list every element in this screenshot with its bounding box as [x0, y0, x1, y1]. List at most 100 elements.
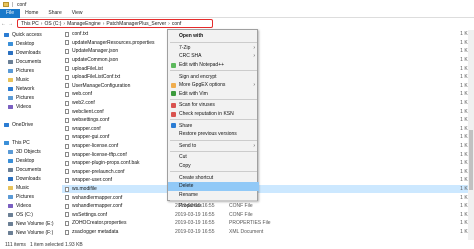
file-row[interactable]: wrapper-gui.conf 1 KB — [62, 133, 474, 142]
nav-item[interactable]: Videos — [0, 201, 60, 210]
file-row[interactable]: wshandlermapper.conf 2019-03-19 16:55 CONF… — [62, 202, 474, 211]
file-row[interactable]: ZOHOCreator.properties 2019-03-19 16:55 PR… — [62, 219, 474, 228]
menu-item-open-with[interactable]: Open with — [168, 32, 259, 41]
menu-item-label: More GpgEX options — [179, 82, 226, 89]
nav-item[interactable]: Desktop — [0, 39, 60, 48]
nav-item[interactable]: Network — [0, 84, 60, 93]
nav-item-label: OneDrive — [12, 121, 34, 128]
file-row[interactable]: UpdateManager.json 1 KB — [62, 47, 474, 56]
menu-item-label: Send to — [179, 142, 197, 149]
menu-item-edit-with-vim[interactable]: Edit with Vim — [168, 90, 259, 99]
breadcrumb-os-c[interactable]: OS (C:) — [44, 21, 61, 27]
file-row[interactable]: webclient.conf 1 KB — [62, 107, 474, 116]
menu-separator — [170, 151, 257, 152]
breadcrumb-manageengine[interactable]: ManageEngine — [67, 21, 101, 27]
folder-icon — [4, 140, 9, 145]
menu-item-rename[interactable]: Rename — [168, 191, 259, 200]
file-row[interactable]: wshandlermapper.conf2019-05-15 17:52CONF… — [62, 193, 474, 202]
file-name: conf.txt — [72, 31, 89, 38]
file-name: UserManageConfiguration — [72, 82, 131, 89]
nav-item[interactable]: 3D Objects — [0, 147, 60, 156]
nav-item[interactable]: OneDrive — [0, 120, 60, 129]
nav-item[interactable]: Downloads — [0, 174, 60, 183]
file-type: XML Document — [229, 229, 264, 236]
file-row[interactable]: wrapper-plugin-props.conf.bak 1 KB — [62, 159, 474, 168]
nav-item[interactable]: Pictures — [0, 93, 60, 102]
file-icon — [65, 229, 69, 235]
folder-icon — [8, 86, 13, 91]
file-row[interactable]: wrapper.conf 1 KB — [62, 125, 474, 134]
file-row[interactable]: updateCommon.json 1 KB — [62, 56, 474, 65]
nav-item[interactable]: Documents — [0, 165, 60, 174]
nav-item[interactable]: Videos — [0, 102, 60, 111]
tab-view[interactable]: View — [67, 10, 88, 16]
nav-item[interactable]: Pictures — [0, 66, 60, 75]
file-row[interactable]: ws.modifile 1 KB — [62, 184, 474, 194]
nav-item[interactable]: Downloads — [0, 48, 60, 57]
menu-item-send-to[interactable]: Send to › — [168, 142, 259, 151]
nav-item-label: Pictures — [16, 67, 35, 74]
menu-item-cut[interactable]: Cut — [168, 153, 259, 162]
file-row[interactable]: UserManageConfiguration 1 KB — [62, 82, 474, 91]
menu-item-scan-for-viruses[interactable]: Scan for viruses — [168, 101, 259, 110]
file-row[interactable]: wsSettings.conf 2019-03-19 16:55 CONF File… — [62, 211, 474, 220]
file-icon — [65, 220, 69, 226]
menu-item-icon — [171, 111, 176, 117]
menu-item-check-reputation-in-ksn[interactable]: Check reputation in KSN — [168, 110, 259, 119]
address-bar[interactable]: This PC › OS (C:) › ManageEngine › Patch… — [17, 19, 213, 28]
scrollbar[interactable] — [468, 30, 474, 240]
folder-icon — [4, 32, 9, 37]
ribbon: File Home Share View — [0, 8, 474, 18]
menu-item-more-gpgex-options[interactable]: More GpgEX options › — [168, 81, 259, 90]
menu-item-properties[interactable]: Properties — [168, 202, 259, 211]
file-row[interactable]: updateManagerResources.properties 1 KB — [62, 39, 474, 48]
file-row[interactable]: web.conf 1 KB — [62, 90, 474, 99]
file-row[interactable]: wrapper-prelaunch.conf 1 KB — [62, 168, 474, 177]
menu-item-7-zip[interactable]: 7-Zip › — [168, 44, 259, 53]
menu-item-copy[interactable]: Copy — [168, 162, 259, 171]
nav-item[interactable]: Documents — [0, 57, 60, 66]
menu-item-label: Delete — [179, 183, 194, 190]
address-row: ← → This PC › OS (C:) › ManageEngine › P… — [0, 18, 474, 29]
folder-icon — [8, 167, 13, 172]
menu-separator — [170, 99, 257, 100]
nav-item[interactable]: OS (C:) — [0, 210, 60, 219]
breadcrumb-patchmanager[interactable]: PatchManagerPlus_Server — [106, 21, 166, 27]
file-row[interactable]: wrapper-license.conf 1 KB — [62, 142, 474, 151]
nav-item[interactable]: Desktop — [0, 156, 60, 165]
file-row[interactable]: wrapper-license-tftp.conf 1 KB — [62, 150, 474, 159]
breadcrumb-conf[interactable]: conf — [172, 21, 181, 27]
nav-item[interactable]: New Volume (F:) — [0, 228, 60, 237]
folder-icon — [8, 221, 13, 226]
file-row[interactable]: conf.txt 1 KB — [62, 30, 474, 39]
scrollbar-thumb[interactable] — [469, 130, 473, 190]
menu-item-edit-with-notepad[interactable]: Edit with Notepad++ — [168, 61, 259, 70]
back-arrow-icon[interactable]: ← — [0, 21, 7, 27]
menu-item-sign-and-encrypt[interactable]: Sign and encrypt — [168, 72, 259, 81]
nav-item[interactable]: Pictures — [0, 192, 60, 201]
breadcrumb-this-pc[interactable]: This PC — [21, 21, 39, 27]
file-row[interactable]: zsaclogger metadata 2019-03-19 16:55 XML D… — [62, 228, 474, 237]
file-row[interactable]: wrapper-user.conf 1 KB — [62, 176, 474, 185]
forward-arrow-icon[interactable]: → — [7, 21, 14, 27]
file-row[interactable]: uploadFileListConf.txt 1 KB — [62, 73, 474, 82]
nav-item[interactable]: This PC — [0, 138, 60, 147]
menu-item-crc-sha[interactable]: CRC SHA › — [168, 52, 259, 61]
tab-file[interactable]: File — [0, 8, 21, 18]
file-row[interactable]: websettings.conf 1 KB — [62, 116, 474, 125]
tab-home[interactable]: Home — [20, 10, 43, 16]
nav-item-label: 3D Objects — [16, 148, 41, 155]
folder-icon — [8, 149, 13, 154]
menu-item-create-shortcut[interactable]: Create shortcut — [168, 173, 259, 182]
nav-item[interactable]: New Volume (E:) — [0, 219, 60, 228]
menu-item-share[interactable]: Share — [168, 121, 259, 130]
folder-icon — [8, 95, 13, 100]
tab-share[interactable]: Share — [43, 10, 66, 16]
menu-item-delete[interactable]: Delete — [168, 182, 259, 191]
menu-item-restore-previous-versions[interactable]: Restore previous versions — [168, 130, 259, 139]
nav-item[interactable]: Music — [0, 183, 60, 192]
file-row[interactable]: uploadFileList 1 KB — [62, 64, 474, 73]
nav-item[interactable]: Music — [0, 75, 60, 84]
file-row[interactable]: web2.conf 1 KB — [62, 99, 474, 108]
nav-item[interactable]: Quick access — [0, 30, 60, 39]
